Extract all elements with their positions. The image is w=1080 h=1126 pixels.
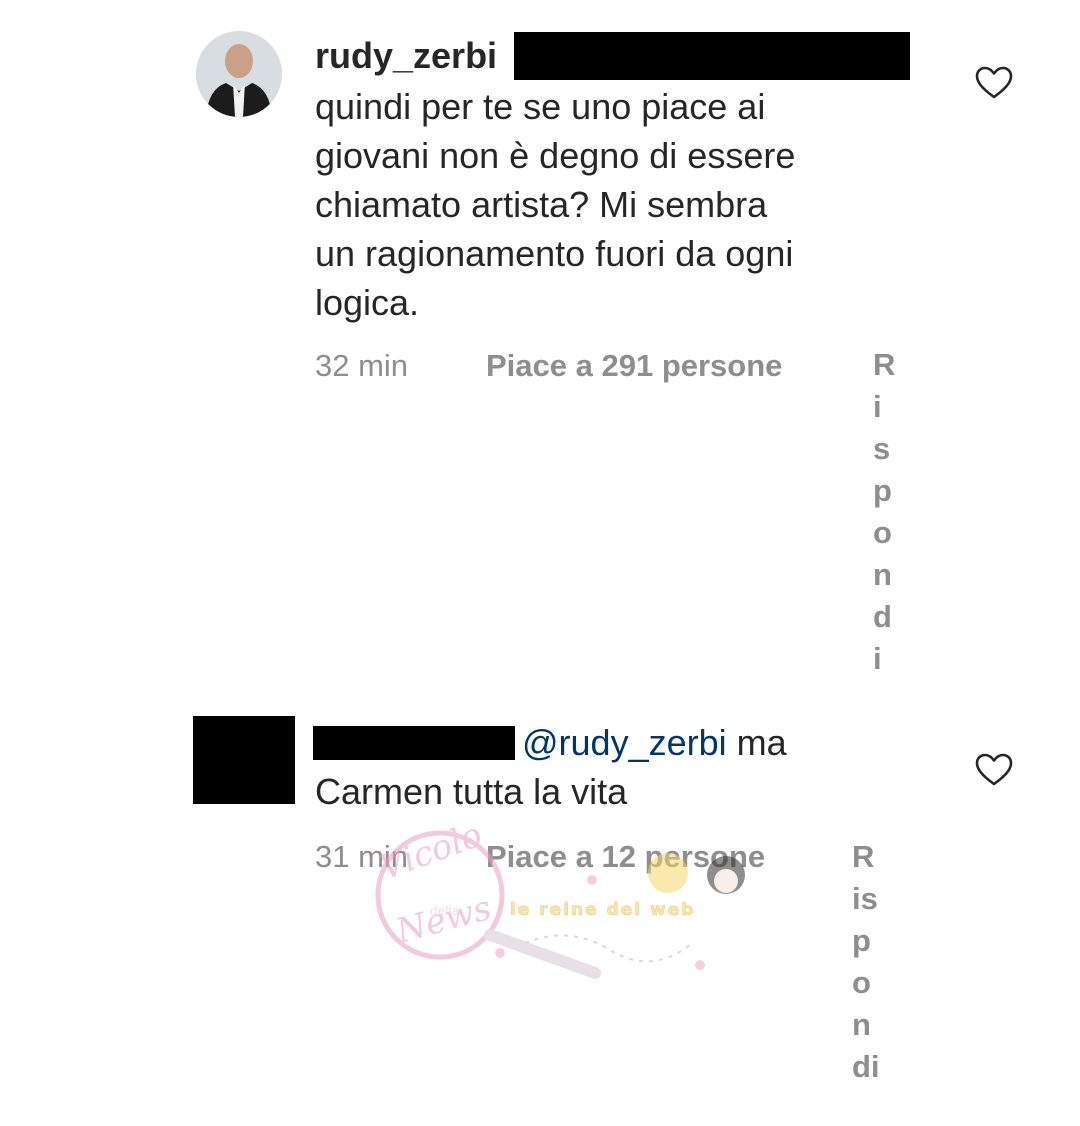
reply-letter: di — [852, 1049, 880, 1084]
redaction-bar — [313, 726, 515, 760]
reply-letter: p — [852, 923, 871, 958]
comment-text-line: giovani non è degno di essere — [315, 135, 796, 176]
reply-letter: is — [852, 881, 878, 916]
watermark-tagline: le reine del web — [510, 900, 695, 920]
reply-letter: n — [873, 557, 892, 592]
comment-text-line: quindi per te se uno piace ai — [315, 86, 766, 127]
heart-outline-icon — [975, 66, 1013, 99]
reply-letter: s — [873, 431, 891, 466]
reply-letter: o — [852, 965, 871, 1000]
comment-text-segment: ma — [736, 722, 787, 763]
comment-text-line: Carmen tutta la vita — [315, 771, 628, 812]
watermark: Vicolo della News le reine del web — [330, 815, 770, 985]
avatar[interactable] — [196, 31, 282, 117]
reply-letter: i — [873, 389, 882, 424]
reply-letter: R — [873, 347, 896, 382]
reply-button[interactable]: R is p o n di — [852, 836, 892, 1088]
reply-letter: R — [852, 839, 875, 874]
reply-letter: p — [873, 473, 892, 508]
comment-text-line: logica. — [315, 282, 420, 323]
heart-outline-icon — [975, 753, 1013, 786]
reply-letter: i — [873, 641, 882, 676]
comment-text: quindi per te se uno piace ai giovani no… — [315, 82, 915, 327]
comment-likes[interactable]: Piace a 291 persone — [486, 346, 782, 386]
comment-text-line: un ragionamento fuori da ogni — [315, 233, 794, 274]
comment-text-line: chiamato artista? Mi sembra — [315, 184, 768, 225]
comment-text: @rudy_zerbi ma — [522, 718, 787, 767]
reply-letter: o — [873, 515, 892, 550]
like-button[interactable] — [975, 66, 1013, 105]
comment-username[interactable]: rudy_zerbi — [315, 34, 497, 78]
avatar[interactable] — [193, 716, 295, 804]
watermark-logo-line: Vicolo — [374, 825, 487, 888]
mention-link[interactable]: @rudy_zerbi — [522, 722, 727, 763]
reply-letter: d — [873, 599, 892, 634]
reply-letter: n — [852, 1007, 871, 1042]
like-button[interactable] — [975, 753, 1013, 792]
reply-button[interactable]: R i s p o n d i — [873, 344, 899, 680]
watermark-logo: Vicolo della News le reine del web — [374, 815, 745, 979]
redaction-bar — [514, 32, 910, 80]
comment-time: 32 min — [315, 348, 409, 383]
